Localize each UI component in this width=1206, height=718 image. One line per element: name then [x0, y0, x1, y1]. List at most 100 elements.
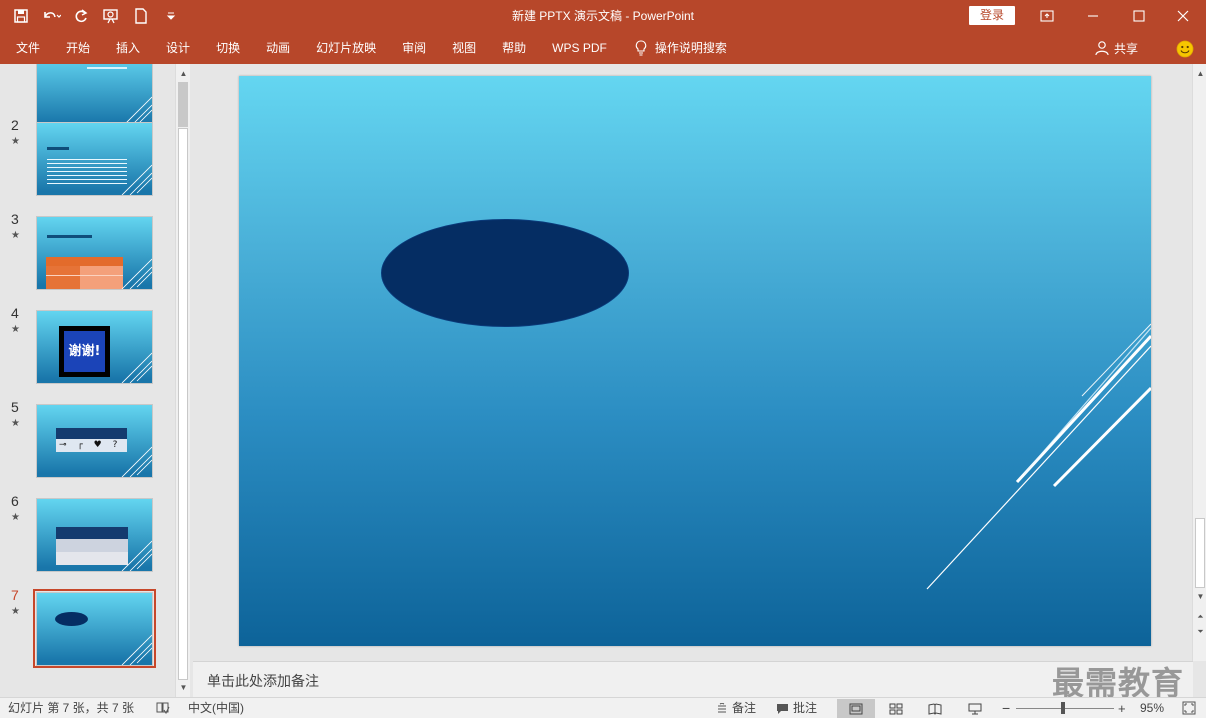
lightbulb-icon — [635, 40, 646, 56]
slide-scrollbar[interactable]: ▲ ▼ ⏶ ⏷ — [1192, 64, 1206, 661]
slide-thumbnail-5[interactable]: ⊸ ┌ ♥ ? — [36, 404, 153, 478]
current-slide[interactable] — [239, 76, 1151, 646]
decorative-lines — [121, 258, 152, 289]
next-slide-icon[interactable]: ⏷ — [1193, 624, 1206, 639]
notes-icon — [718, 702, 726, 713]
thumbnail-scrollbar[interactable]: ▲ ▼ — [175, 64, 190, 697]
fit-slide-icon[interactable] — [1182, 701, 1196, 718]
notes-toggle[interactable]: 备注 — [716, 698, 756, 718]
thumb-table-firstcol — [46, 257, 80, 289]
slide-number-4: 4 — [11, 305, 19, 321]
previous-slide-icon[interactable]: ⏶ — [1193, 609, 1206, 624]
animation-star-6: ★ — [11, 512, 20, 523]
zoom-in-button[interactable]: + — [1118, 698, 1126, 718]
minimize-icon[interactable] — [1070, 0, 1116, 32]
slide-sorter-button[interactable] — [877, 699, 915, 718]
reading-view-button[interactable] — [916, 699, 954, 718]
thumb-oval — [55, 612, 88, 626]
animation-star-7: ★ — [11, 606, 20, 617]
animation-star-3: ★ — [11, 230, 20, 241]
slide-thumbnail-1[interactable]: ▬▬▬▬▬▬▬▬ — [36, 64, 153, 128]
animation-star-5: ★ — [11, 418, 20, 429]
ribbon-display-options-icon[interactable] — [1024, 0, 1070, 32]
slide-thumbnail-4[interactable]: 谢谢! — [36, 310, 153, 384]
comments-toggle[interactable]: 批注 — [776, 698, 817, 718]
scroll-down-icon[interactable]: ▼ — [1193, 589, 1206, 604]
save-icon[interactable] — [8, 3, 34, 29]
oval-shape[interactable] — [381, 219, 629, 327]
decorative-lines — [121, 164, 152, 195]
slide-thumbnail-6[interactable] — [36, 498, 153, 572]
slide-number-5: 5 — [11, 399, 19, 415]
scroll-up-icon[interactable]: ▲ — [1193, 66, 1206, 81]
menu-tab-3[interactable]: 设计 — [153, 32, 203, 64]
thumb-thanks-text: 谢谢! — [64, 331, 105, 372]
scroll-up-icon[interactable]: ▲ — [176, 66, 191, 81]
thumb-subtitle-line — [87, 67, 127, 69]
menu-list: 文件 开始 插入 设计 切换 动画 幻灯片放映 审阅 视图 帮助 WPS PDF 操作说明搜索 — [0, 32, 740, 64]
thumb-thanks-frame: 谢谢! — [59, 326, 110, 377]
menu-tab-4[interactable]: 切换 — [203, 32, 253, 64]
normal-view-button[interactable] — [837, 699, 875, 718]
thumb-heading-bar — [47, 147, 69, 150]
customize-toolbar-icon[interactable] — [158, 3, 184, 29]
slide-count: 幻灯片 第 7 张，共 7 张 — [8, 701, 135, 715]
tell-me-label: 操作说明搜索 — [654, 41, 727, 55]
login-button[interactable]: 登录 — [969, 6, 1015, 25]
scroll-down-icon[interactable]: ▼ — [176, 680, 191, 695]
decorative-lines — [121, 634, 152, 665]
slide-number-6: 6 — [11, 493, 19, 509]
slide-number-3: 3 — [11, 211, 19, 227]
thumb-heading-bar — [47, 235, 92, 238]
slide-thumbnail-3[interactable] — [36, 216, 153, 290]
comments-label: 批注 — [793, 701, 818, 715]
language-indicator[interactable]: 中文(中国) — [188, 698, 244, 718]
slideshow-from-start-icon[interactable] — [98, 3, 124, 29]
ribbon-tabs: 文件 开始 插入 设计 切换 动画 幻灯片放映 审阅 视图 帮助 WPS PDF 操作说明搜索 共享 — [0, 32, 1206, 64]
status-bar: 幻灯片 第 7 张，共 7 张 中文(中国) 备注 批注 − + 95% — [0, 697, 1206, 718]
title-bar: 新建 PPTX 演示文稿 - PowerPoint 登录 — [0, 0, 1206, 32]
decorative-lines — [121, 446, 152, 477]
spelling-check-icon[interactable] — [156, 701, 170, 718]
share-label: 共享 — [1114, 41, 1139, 56]
menu-tab-9[interactable]: 帮助 — [489, 32, 539, 64]
slide-editing-area — [193, 64, 1193, 661]
menu-tab-10[interactable]: WPS PDF — [539, 32, 620, 64]
maximize-icon[interactable] — [1116, 0, 1162, 32]
reading-view-icon — [928, 702, 942, 715]
menu-tab-0[interactable]: 文件 — [0, 32, 53, 64]
redo-icon[interactable] — [68, 3, 94, 29]
menu-tab-1[interactable]: 开始 — [53, 32, 103, 64]
menu-tab-6[interactable]: 幻灯片放映 — [303, 32, 389, 64]
feedback-smiley-icon[interactable] — [1176, 40, 1194, 58]
share-button[interactable]: 共享 — [1094, 32, 1138, 64]
menu-tab-7[interactable]: 审阅 — [389, 32, 439, 64]
decorative-diagonal-lines — [926, 323, 1151, 590]
slide-thumbnail-2[interactable] — [36, 122, 153, 196]
menu-tab-5[interactable]: 动画 — [253, 32, 303, 64]
zoom-out-button[interactable]: − — [1002, 698, 1010, 718]
slide-thumbnail-7[interactable] — [36, 592, 153, 666]
animation-star-2: ★ — [11, 136, 20, 147]
quick-access-toolbar — [8, 0, 184, 32]
new-file-icon[interactable] — [128, 3, 154, 29]
close-icon[interactable] — [1160, 0, 1206, 32]
slide-number-7: 7 — [11, 587, 19, 603]
slideshow-icon — [968, 703, 982, 714]
notes-pane[interactable]: 单击此处添加备注 — [193, 661, 1193, 697]
zoom-percent[interactable]: 95% — [1140, 698, 1164, 718]
scrollbar-track-shade — [178, 82, 188, 127]
decorative-lines — [121, 96, 152, 127]
scrollbar-thumb[interactable] — [1195, 518, 1205, 588]
menu-tab-8[interactable]: 视图 — [439, 32, 489, 64]
animation-star-4: ★ — [11, 324, 20, 335]
normal-view-icon — [849, 703, 863, 714]
zoom-slider-thumb[interactable] — [1061, 702, 1065, 714]
slideshow-button[interactable] — [956, 699, 994, 718]
zoom-slider-track[interactable] — [1016, 708, 1114, 709]
scrollbar-thumb[interactable] — [178, 128, 188, 680]
person-icon — [1095, 41, 1109, 56]
undo-icon[interactable] — [38, 3, 64, 29]
menu-tab-2[interactable]: 插入 — [103, 32, 153, 64]
tell-me-search[interactable]: 操作说明搜索 — [622, 32, 740, 64]
